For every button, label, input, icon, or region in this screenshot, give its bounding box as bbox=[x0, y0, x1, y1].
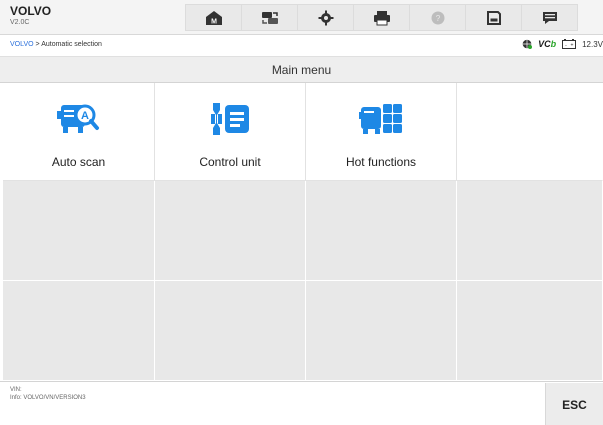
data-logging-button[interactable] bbox=[521, 4, 578, 31]
svg-text:M: M bbox=[211, 18, 217, 25]
software-version: V2.0C bbox=[10, 19, 30, 26]
svg-text:?: ? bbox=[435, 14, 440, 23]
save-icon bbox=[486, 10, 501, 25]
status-indicators: VCb - + 12.3V bbox=[522, 39, 603, 49]
empty-tile bbox=[457, 83, 603, 181]
auto-scan-icon: A bbox=[56, 104, 99, 133]
brand-name: VOLVO bbox=[10, 4, 52, 18]
print-button[interactable] bbox=[353, 4, 410, 31]
breadcrumb-current: Automatic selection bbox=[41, 41, 102, 48]
control-unit-icon bbox=[211, 103, 249, 135]
help-button[interactable]: ? bbox=[409, 4, 466, 31]
empty-tile bbox=[457, 281, 603, 381]
vehicle-info: VIN: Info: VOLVO/VN/VERSION3 bbox=[10, 386, 86, 402]
breadcrumb: VOLVO > Automatic selection bbox=[10, 41, 102, 48]
data-logging-icon bbox=[542, 11, 557, 24]
control-unit-label: Control unit bbox=[199, 155, 261, 169]
vin-label: VIN: bbox=[10, 387, 22, 393]
brand: VOLVO V2.0C bbox=[10, 4, 51, 28]
svg-text:-: - bbox=[565, 43, 567, 49]
settings-gear-icon bbox=[318, 10, 333, 25]
empty-tile bbox=[155, 181, 306, 281]
vehicle-swap-icon bbox=[261, 11, 278, 24]
printer-icon bbox=[373, 10, 390, 25]
home-button[interactable]: M bbox=[185, 4, 242, 31]
battery-voltage: 12.3V bbox=[582, 39, 603, 49]
vehicle-swap-button[interactable] bbox=[241, 4, 298, 31]
empty-tile bbox=[3, 181, 155, 281]
empty-tile bbox=[306, 281, 457, 381]
home-icon: M bbox=[205, 10, 222, 25]
vci-connected-mark: b bbox=[550, 39, 557, 49]
empty-tile bbox=[306, 181, 457, 281]
function-grid: A Auto scan Control unit Hot functions bbox=[3, 83, 603, 381]
battery-icon: - + bbox=[562, 39, 577, 49]
breadcrumb-root-link[interactable]: VOLVO bbox=[10, 41, 34, 48]
vehicle-info-text: Info: VOLVO/VN/VERSION3 bbox=[10, 395, 86, 401]
empty-tile bbox=[3, 281, 155, 381]
svg-text:A: A bbox=[81, 110, 89, 122]
help-icon: ? bbox=[431, 11, 444, 24]
page-title: Main menu bbox=[0, 57, 603, 83]
bottom-bar: VIN: Info: VOLVO/VN/VERSION3 ESC bbox=[0, 381, 603, 425]
auto-scan-tile[interactable]: A Auto scan bbox=[3, 83, 155, 181]
control-unit-tile[interactable]: Control unit bbox=[155, 83, 306, 181]
vci-label: VC bbox=[538, 39, 551, 49]
top-toolbar: VOLVO V2.0C M ? bbox=[0, 0, 603, 35]
breadcrumb-bar: VOLVO > Automatic selection VCb - + 12.3… bbox=[0, 35, 603, 57]
svg-text:+: + bbox=[571, 43, 574, 49]
settings-button[interactable] bbox=[297, 4, 354, 31]
network-globe-icon bbox=[522, 39, 533, 49]
empty-tile bbox=[155, 281, 306, 381]
vci-status: VCb bbox=[538, 39, 556, 49]
save-button[interactable] bbox=[465, 4, 522, 31]
empty-tile bbox=[457, 181, 603, 281]
hot-functions-tile[interactable]: Hot functions bbox=[306, 83, 457, 181]
esc-button[interactable]: ESC bbox=[545, 383, 603, 425]
auto-scan-label: Auto scan bbox=[51, 155, 106, 169]
hot-functions-label: Hot functions bbox=[345, 155, 417, 169]
hot-functions-icon bbox=[359, 104, 402, 134]
